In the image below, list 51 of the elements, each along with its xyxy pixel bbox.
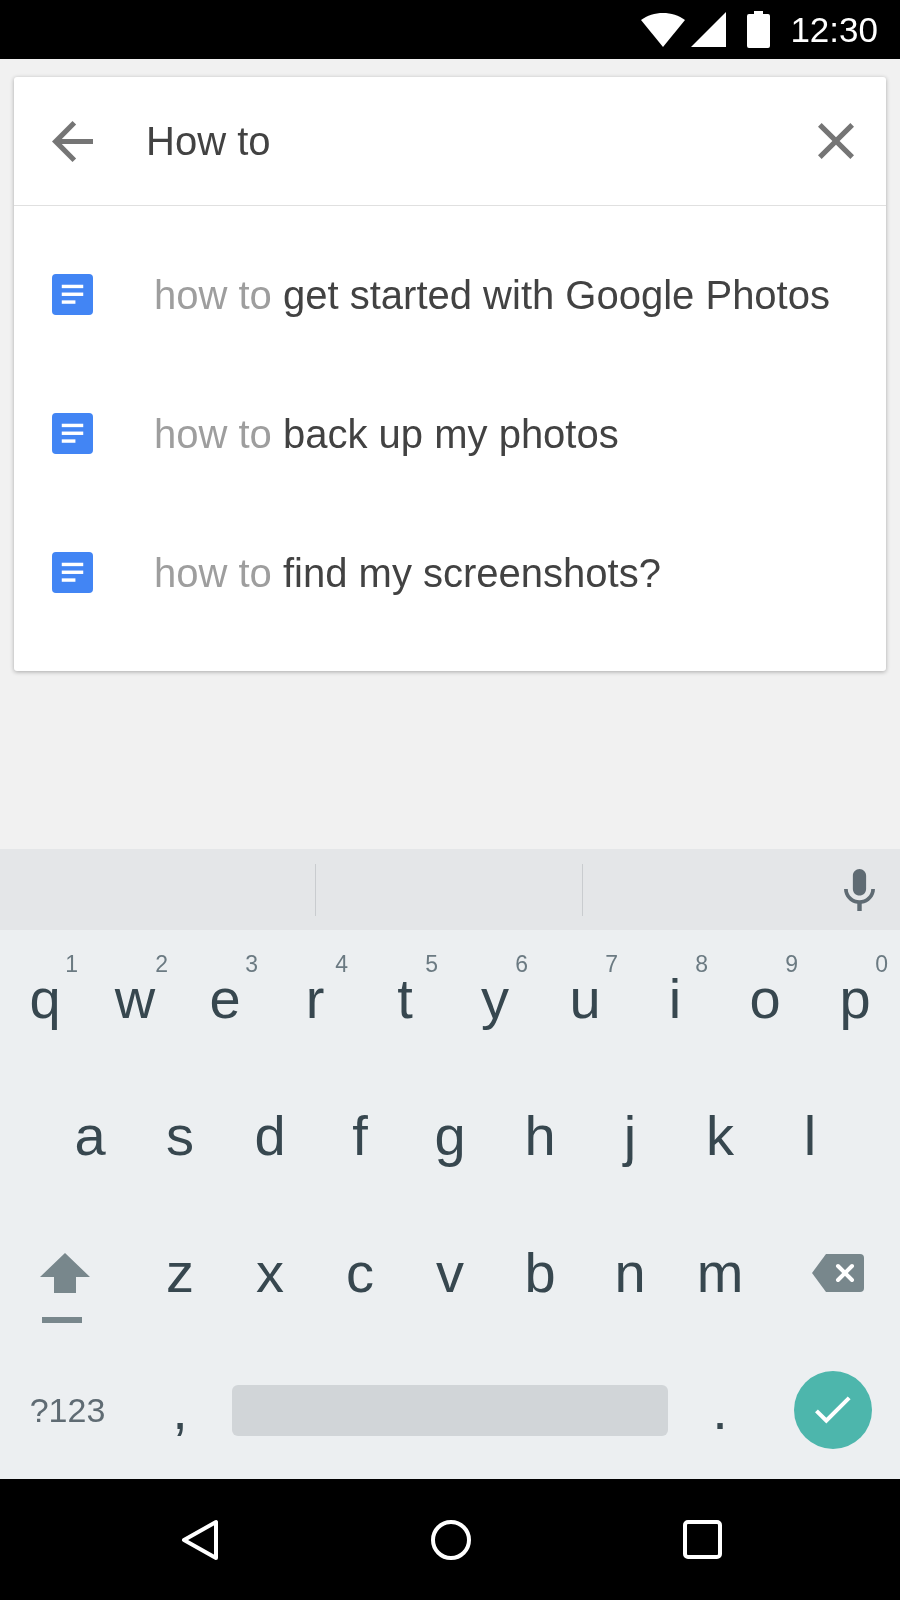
document-icon — [52, 552, 93, 593]
number-hint: 0 — [875, 952, 888, 976]
battery-icon — [747, 11, 771, 48]
document-icon — [52, 413, 93, 454]
home-circle-icon[interactable] — [431, 1519, 471, 1560]
letter-key[interactable]: t 5 — [360, 943, 450, 1054]
clock-time: 12:30 — [790, 12, 878, 47]
number-hint: 6 — [515, 952, 528, 976]
letter-key[interactable]: b — [495, 1218, 585, 1329]
overview-square-icon[interactable] — [683, 1520, 722, 1559]
number-hint: 1 — [65, 952, 78, 976]
number-hint: 4 — [335, 952, 348, 976]
number-hint: 7 — [605, 952, 618, 976]
suggestion-item[interactable]: how to get started with Google Photos — [14, 225, 886, 364]
backspace-icon — [811, 1254, 864, 1293]
punctuation-key[interactable]: . — [675, 1355, 765, 1466]
letter-key[interactable]: f — [315, 1080, 405, 1191]
wifi-icon — [641, 12, 686, 47]
letter-key[interactable]: g — [405, 1080, 495, 1191]
back-triangle-icon[interactable] — [181, 1518, 219, 1561]
suggestion-item[interactable]: how to back up my photos — [14, 364, 886, 503]
letter-key[interactable]: s — [135, 1080, 225, 1191]
search-field[interactable]: How to — [146, 118, 798, 164]
symbols-key[interactable]: ?123 — [0, 1355, 135, 1466]
suggestion-item[interactable]: how to find my screenshots? — [14, 503, 886, 642]
letter-key[interactable]: n — [585, 1218, 675, 1329]
letter-key[interactable]: x — [225, 1218, 315, 1329]
signal-icon — [691, 12, 727, 47]
letter-key[interactable]: i 8 — [630, 943, 720, 1054]
checkmark-icon — [814, 1396, 851, 1425]
arrow-left-icon[interactable] — [52, 120, 93, 162]
up-arrow-icon — [39, 1253, 90, 1324]
letter-key[interactable]: k — [675, 1080, 765, 1191]
number-hint: 2 — [155, 952, 168, 976]
letter-key[interactable]: c — [315, 1218, 405, 1329]
letter-key[interactable]: j — [585, 1080, 675, 1191]
letter-key[interactable]: d — [225, 1080, 315, 1191]
number-hint: 9 — [785, 952, 798, 976]
number-hint: 8 — [695, 952, 708, 976]
number-hint: 3 — [245, 952, 258, 976]
punctuation-key[interactable]: , — [135, 1355, 225, 1466]
letter-key[interactable]: a — [45, 1080, 135, 1191]
number-hint: 5 — [425, 952, 438, 976]
microphone-icon[interactable] — [844, 868, 875, 911]
letter-key[interactable]: l — [765, 1080, 855, 1191]
letter-key[interactable]: h — [495, 1080, 585, 1191]
close-icon[interactable] — [818, 123, 854, 159]
letter-key[interactable]: z — [135, 1218, 225, 1329]
document-icon — [52, 274, 93, 315]
letter-key[interactable]: m — [675, 1218, 765, 1329]
letter-key[interactable]: v — [405, 1218, 495, 1329]
